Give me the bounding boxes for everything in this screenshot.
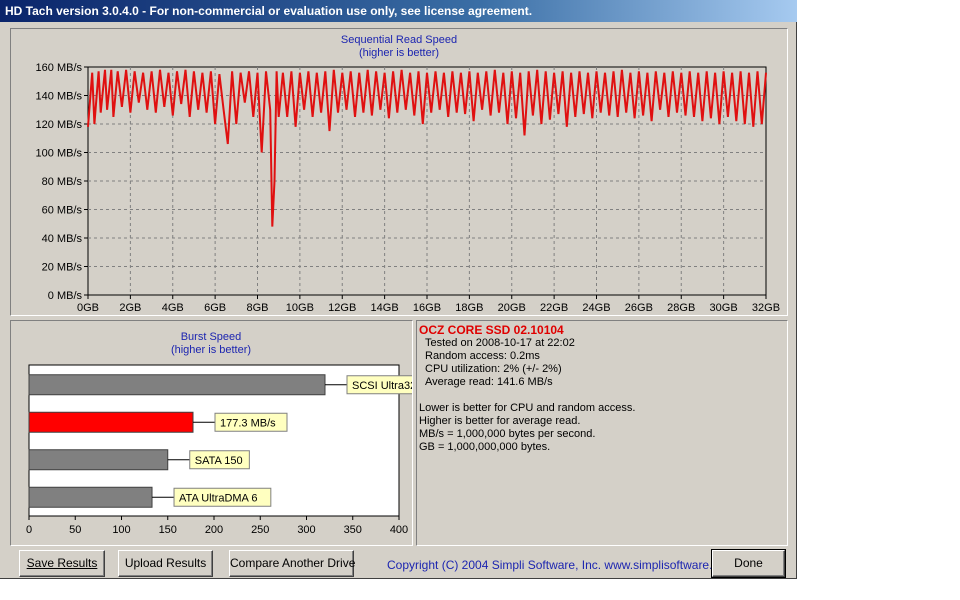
save-results-button[interactable]: Save Results bbox=[19, 550, 105, 577]
burst-bar bbox=[28, 449, 169, 471]
burst-x-tick-label: 100 bbox=[112, 524, 130, 536]
y-tick-label: 140 MB/s bbox=[36, 91, 83, 103]
hd-tach-window: HD Tach version 3.0.4.0 - For non-commer… bbox=[0, 0, 797, 579]
compare-another-drive-button[interactable]: Compare Another Drive bbox=[229, 550, 356, 577]
burst-bar-label: 177.3 MB/s bbox=[220, 417, 276, 429]
x-tick-label: 12GB bbox=[328, 302, 356, 314]
sequential-read-panel: Sequential Read Speed (higher is better)… bbox=[10, 28, 788, 316]
x-tick-label: 30GB bbox=[710, 302, 738, 314]
upload-results-label: Upload Results bbox=[124, 556, 207, 570]
upload-results-button[interactable]: Upload Results bbox=[118, 550, 213, 577]
title-bar[interactable]: HD Tach version 3.0.4.0 - For non-commer… bbox=[0, 0, 797, 22]
x-tick-label: 24GB bbox=[582, 302, 610, 314]
compare-drive-label: Compare Another Drive bbox=[230, 556, 356, 570]
x-tick-label: 28GB bbox=[667, 302, 695, 314]
tested-date: Tested on 2008-10-17 at 22:02 bbox=[425, 337, 575, 349]
note-cpu-random: Lower is better for CPU and random acces… bbox=[419, 402, 636, 414]
results-info-panel: OCZ CORE SSD 02.10104 Tested on 2008-10-… bbox=[416, 320, 788, 546]
y-tick-label: 80 MB/s bbox=[42, 176, 83, 188]
burst-bar bbox=[28, 411, 194, 433]
x-tick-label: 16GB bbox=[413, 302, 441, 314]
done-button[interactable]: Done bbox=[711, 549, 786, 578]
x-tick-label: 22GB bbox=[540, 302, 568, 314]
x-tick-label: 32GB bbox=[752, 302, 780, 314]
x-tick-label: 6GB bbox=[204, 302, 226, 314]
x-tick-label: 14GB bbox=[371, 302, 399, 314]
drive-name: OCZ CORE SSD 02.10104 bbox=[419, 323, 564, 337]
x-tick-label: 2GB bbox=[119, 302, 141, 314]
y-tick-label: 100 MB/s bbox=[36, 148, 83, 160]
x-tick-label: 18GB bbox=[455, 302, 483, 314]
burst-x-tick-label: 250 bbox=[251, 524, 269, 536]
burst-x-tick-label: 400 bbox=[390, 524, 408, 536]
y-tick-label: 60 MB/s bbox=[42, 205, 83, 217]
done-label: Done bbox=[734, 556, 763, 570]
burst-x-tick-label: 350 bbox=[344, 524, 362, 536]
note-average-read: Higher is better for average read. bbox=[419, 415, 581, 427]
sequential-read-chart: 0GB 2GB 4GB 6GB 8GB 10GB 12GB 14GB 16GB 18GB 20GB 2… bbox=[36, 62, 781, 314]
y-tick-label: 20 MB/s bbox=[42, 262, 83, 274]
note-gb-definition: GB = 1,000,000,000 bytes. bbox=[419, 441, 551, 453]
burst-x-tick-label: 0 bbox=[26, 524, 32, 536]
y-tick-label: 120 MB/s bbox=[36, 119, 83, 131]
copyright-text: Copyright (C) 2004 Simpli Software, Inc.… bbox=[387, 558, 736, 572]
note-mbs-definition: MB/s = 1,000,000 bytes per second. bbox=[419, 428, 596, 440]
x-tick-label: 4GB bbox=[162, 302, 184, 314]
window-title: HD Tach version 3.0.4.0 - For non-commer… bbox=[5, 4, 533, 18]
burst-bar bbox=[28, 374, 326, 396]
burst-speed-panel: Burst Speed (higher is better) 0 50 100 150… bbox=[10, 320, 413, 546]
cpu-utilization: CPU utilization: 2% (+/- 2%) bbox=[425, 363, 562, 375]
random-access: Random access: 0.2ms bbox=[425, 350, 540, 362]
burst-bar-label: ATA UltraDMA 6 bbox=[179, 492, 257, 504]
burst-x-tick-label: 300 bbox=[297, 524, 315, 536]
burst-speed-chart: 0 50 100 150 200 250 300 350 400 SCSI Ultra320 177… bbox=[26, 364, 412, 536]
burst-bar-label: SATA 150 bbox=[195, 455, 243, 467]
x-tick-label: 10GB bbox=[286, 302, 314, 314]
burst-x-tick-label: 50 bbox=[69, 524, 81, 536]
y-tick-label: 160 MB/s bbox=[36, 62, 83, 74]
x-tick-label: 26GB bbox=[625, 302, 653, 314]
burst-x-tick-label: 150 bbox=[159, 524, 177, 536]
burst-bar-label: SCSI Ultra320 bbox=[352, 380, 412, 392]
y-tick-label: 40 MB/s bbox=[42, 233, 83, 245]
burst-bar bbox=[28, 486, 153, 508]
x-tick-label: 8GB bbox=[246, 302, 268, 314]
burst-x-tick-label: 200 bbox=[205, 524, 223, 536]
y-tick-label: 0 MB/s bbox=[48, 290, 83, 302]
x-tick-label: 20GB bbox=[498, 302, 526, 314]
save-results-label: Save Results bbox=[26, 556, 98, 570]
average-read: Average read: 141.6 MB/s bbox=[425, 376, 553, 388]
x-tick-label: 0GB bbox=[77, 302, 99, 314]
